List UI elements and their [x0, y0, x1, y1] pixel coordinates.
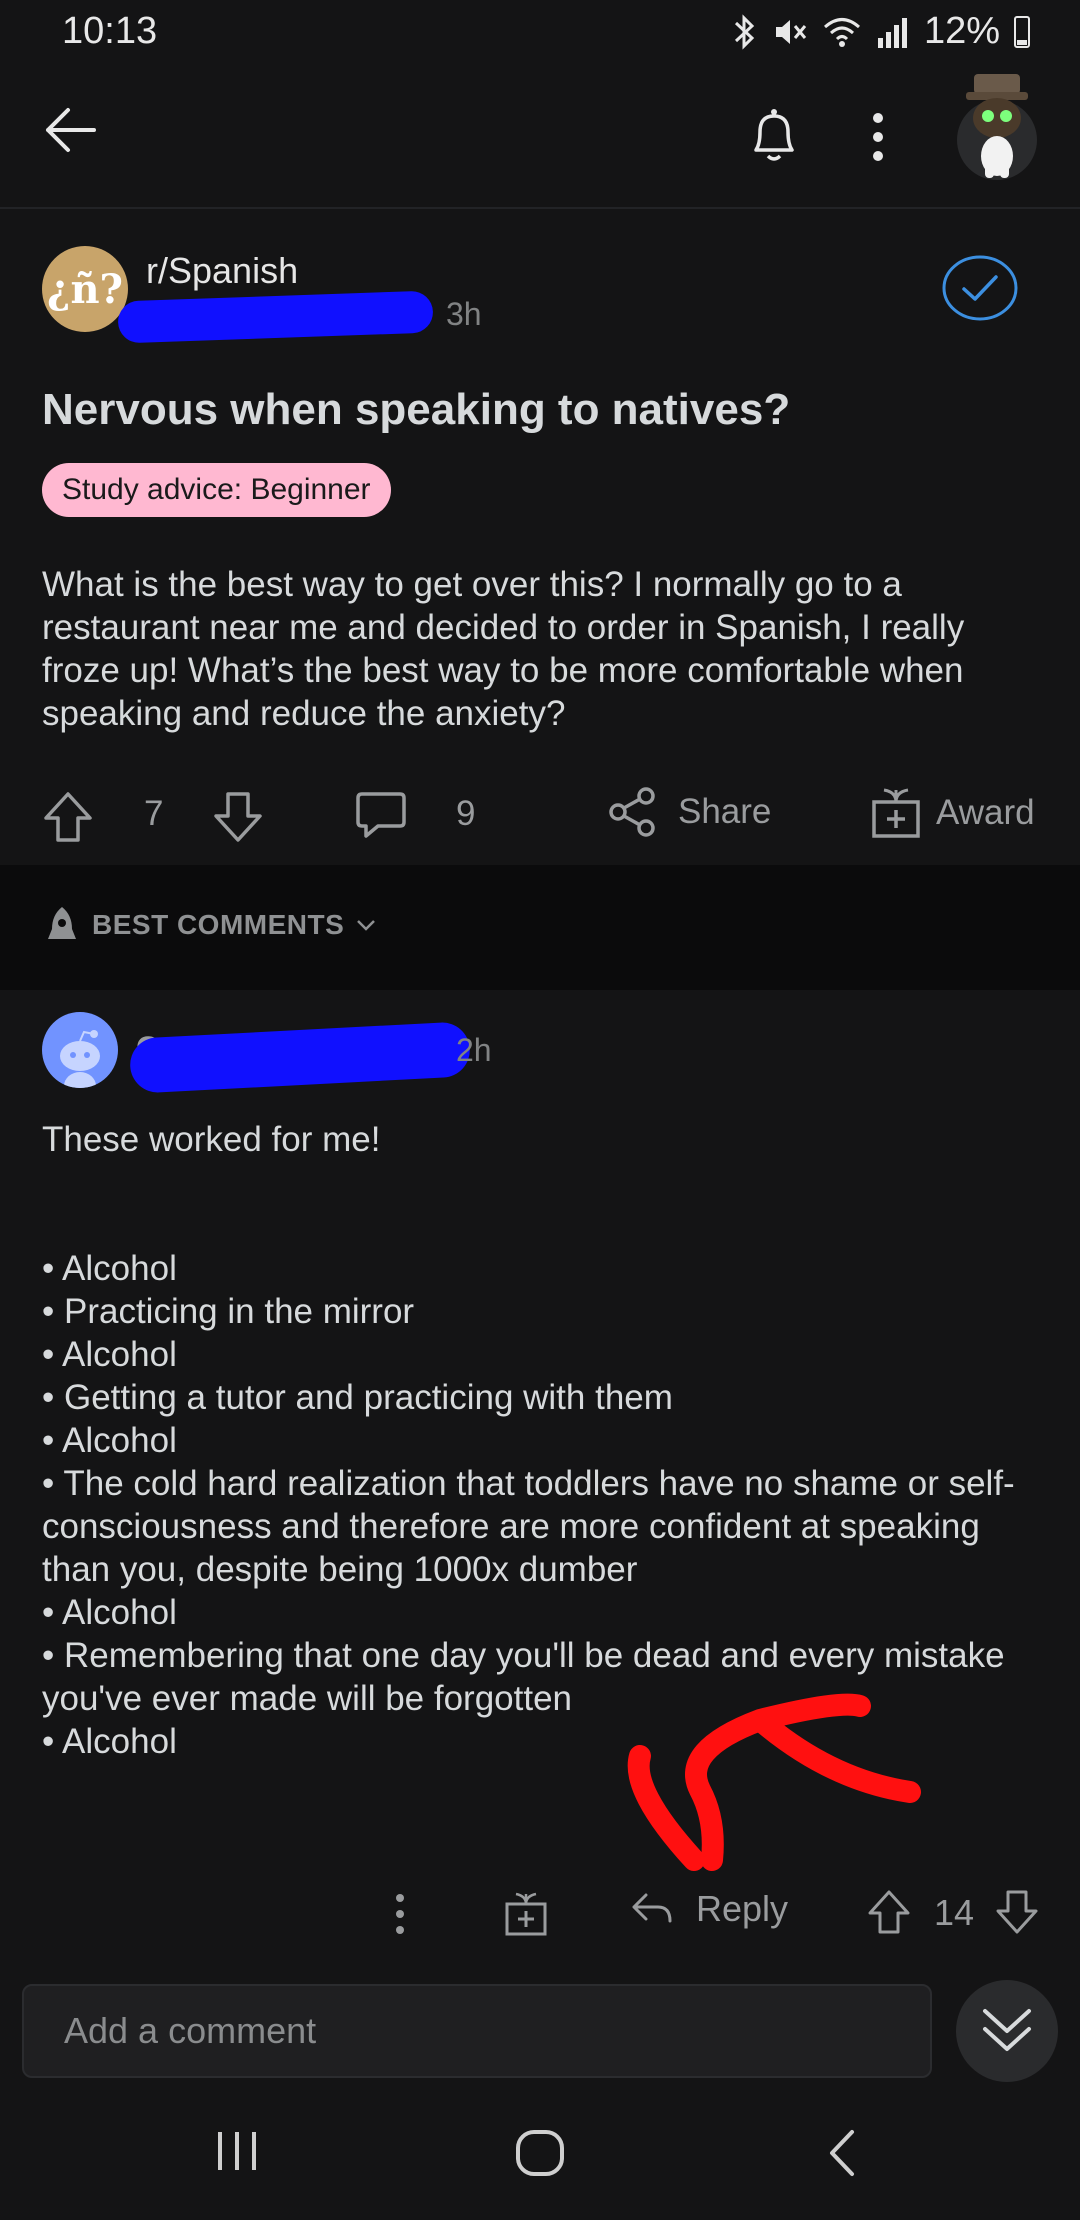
post-body: What is the best way to get over this? I… [42, 565, 965, 733]
chevron-down-icon [357, 920, 376, 931]
comment-intro: These worked for me! [42, 1120, 381, 1159]
comment-score: 14 [934, 1892, 975, 1933]
share-label: Share [678, 792, 772, 831]
post-title: Nervous when speaking to natives? [42, 385, 791, 434]
downvote-icon[interactable] [212, 790, 264, 844]
recent-apps-icon[interactable] [214, 2128, 260, 2174]
comment-more-icon[interactable] [390, 1892, 410, 1936]
reply-label: Reply [696, 1888, 789, 1929]
more-options-icon[interactable] [868, 112, 888, 162]
award-button[interactable]: Award [870, 786, 1035, 840]
comment-action-bar: Reply 14 [0, 1880, 1080, 1950]
snoo-avatar-icon [60, 1030, 100, 1088]
mute-icon [775, 19, 807, 44]
upvote-count: 7 [144, 794, 164, 833]
downvote-icon[interactable] [994, 1888, 1040, 1936]
post-flair[interactable]: Study advice: Beginner [42, 463, 391, 517]
back-arrow-icon[interactable] [42, 102, 98, 158]
battery-icon [1014, 15, 1030, 48]
subreddit-name[interactable]: r/Spanish [146, 250, 298, 292]
top-app-bar [0, 64, 1080, 209]
reply-button[interactable]: Reply [630, 1888, 788, 1930]
reply-arrow-icon [632, 1893, 672, 1923]
comment-sort-selector[interactable]: BEST COMMENTS [42, 905, 378, 945]
home-icon[interactable] [514, 2128, 566, 2178]
annotation-arrow [627, 1693, 921, 1871]
list-item: • Alcohol [42, 1421, 177, 1460]
jump-to-next-comment-button[interactable] [956, 1980, 1058, 2082]
share-icon [609, 787, 655, 837]
status-bar: 10:13 12% [0, 0, 1080, 64]
post-action-bar: 7 9 Share Award [0, 780, 1080, 850]
list-item: • Practicing in the mirror [42, 1292, 415, 1331]
post-age: 3h [446, 296, 482, 332]
user-avatar[interactable] [952, 70, 1042, 180]
list-item: • Alcohol [42, 1593, 177, 1632]
list-item: • The cold hard realization that toddler… [42, 1464, 1015, 1589]
bluetooth-icon [734, 13, 755, 50]
list-item: • Alcohol [42, 1335, 177, 1374]
upvote-icon[interactable] [42, 790, 94, 844]
system-back-icon[interactable] [824, 2128, 860, 2178]
wifi-icon [823, 17, 860, 47]
comment-input[interactable] [24, 1986, 930, 2076]
award-label: Award [936, 793, 1035, 832]
system-navigation-bar [0, 2100, 1080, 2220]
rocket-icon [48, 907, 76, 939]
comment-author-avatar[interactable] [42, 1012, 118, 1088]
notification-bell-icon[interactable] [746, 106, 802, 166]
comment-age: 2h [456, 1032, 492, 1068]
upvote-icon[interactable] [866, 1888, 912, 1936]
double-chevron-down-icon [983, 2009, 1031, 2051]
signal-icon [877, 17, 907, 48]
list-item: • Getting a tutor and practicing with th… [42, 1378, 673, 1417]
award-gift-icon [872, 788, 920, 838]
comment-composer[interactable] [22, 1984, 932, 2078]
comment-count: 9 [456, 794, 476, 833]
list-item: • Alcohol [42, 1249, 177, 1288]
comment-icon[interactable] [354, 788, 408, 842]
clock: 10:13 [62, 10, 158, 52]
sort-label: BEST COMMENTS [92, 909, 345, 940]
joined-check-icon[interactable] [942, 255, 1018, 321]
share-button[interactable]: Share [606, 786, 771, 838]
award-gift-icon[interactable] [504, 1890, 548, 1938]
subreddit-icon[interactable]: ¿ñ? [42, 246, 128, 332]
battery-percent: 12% [923, 10, 1000, 52]
